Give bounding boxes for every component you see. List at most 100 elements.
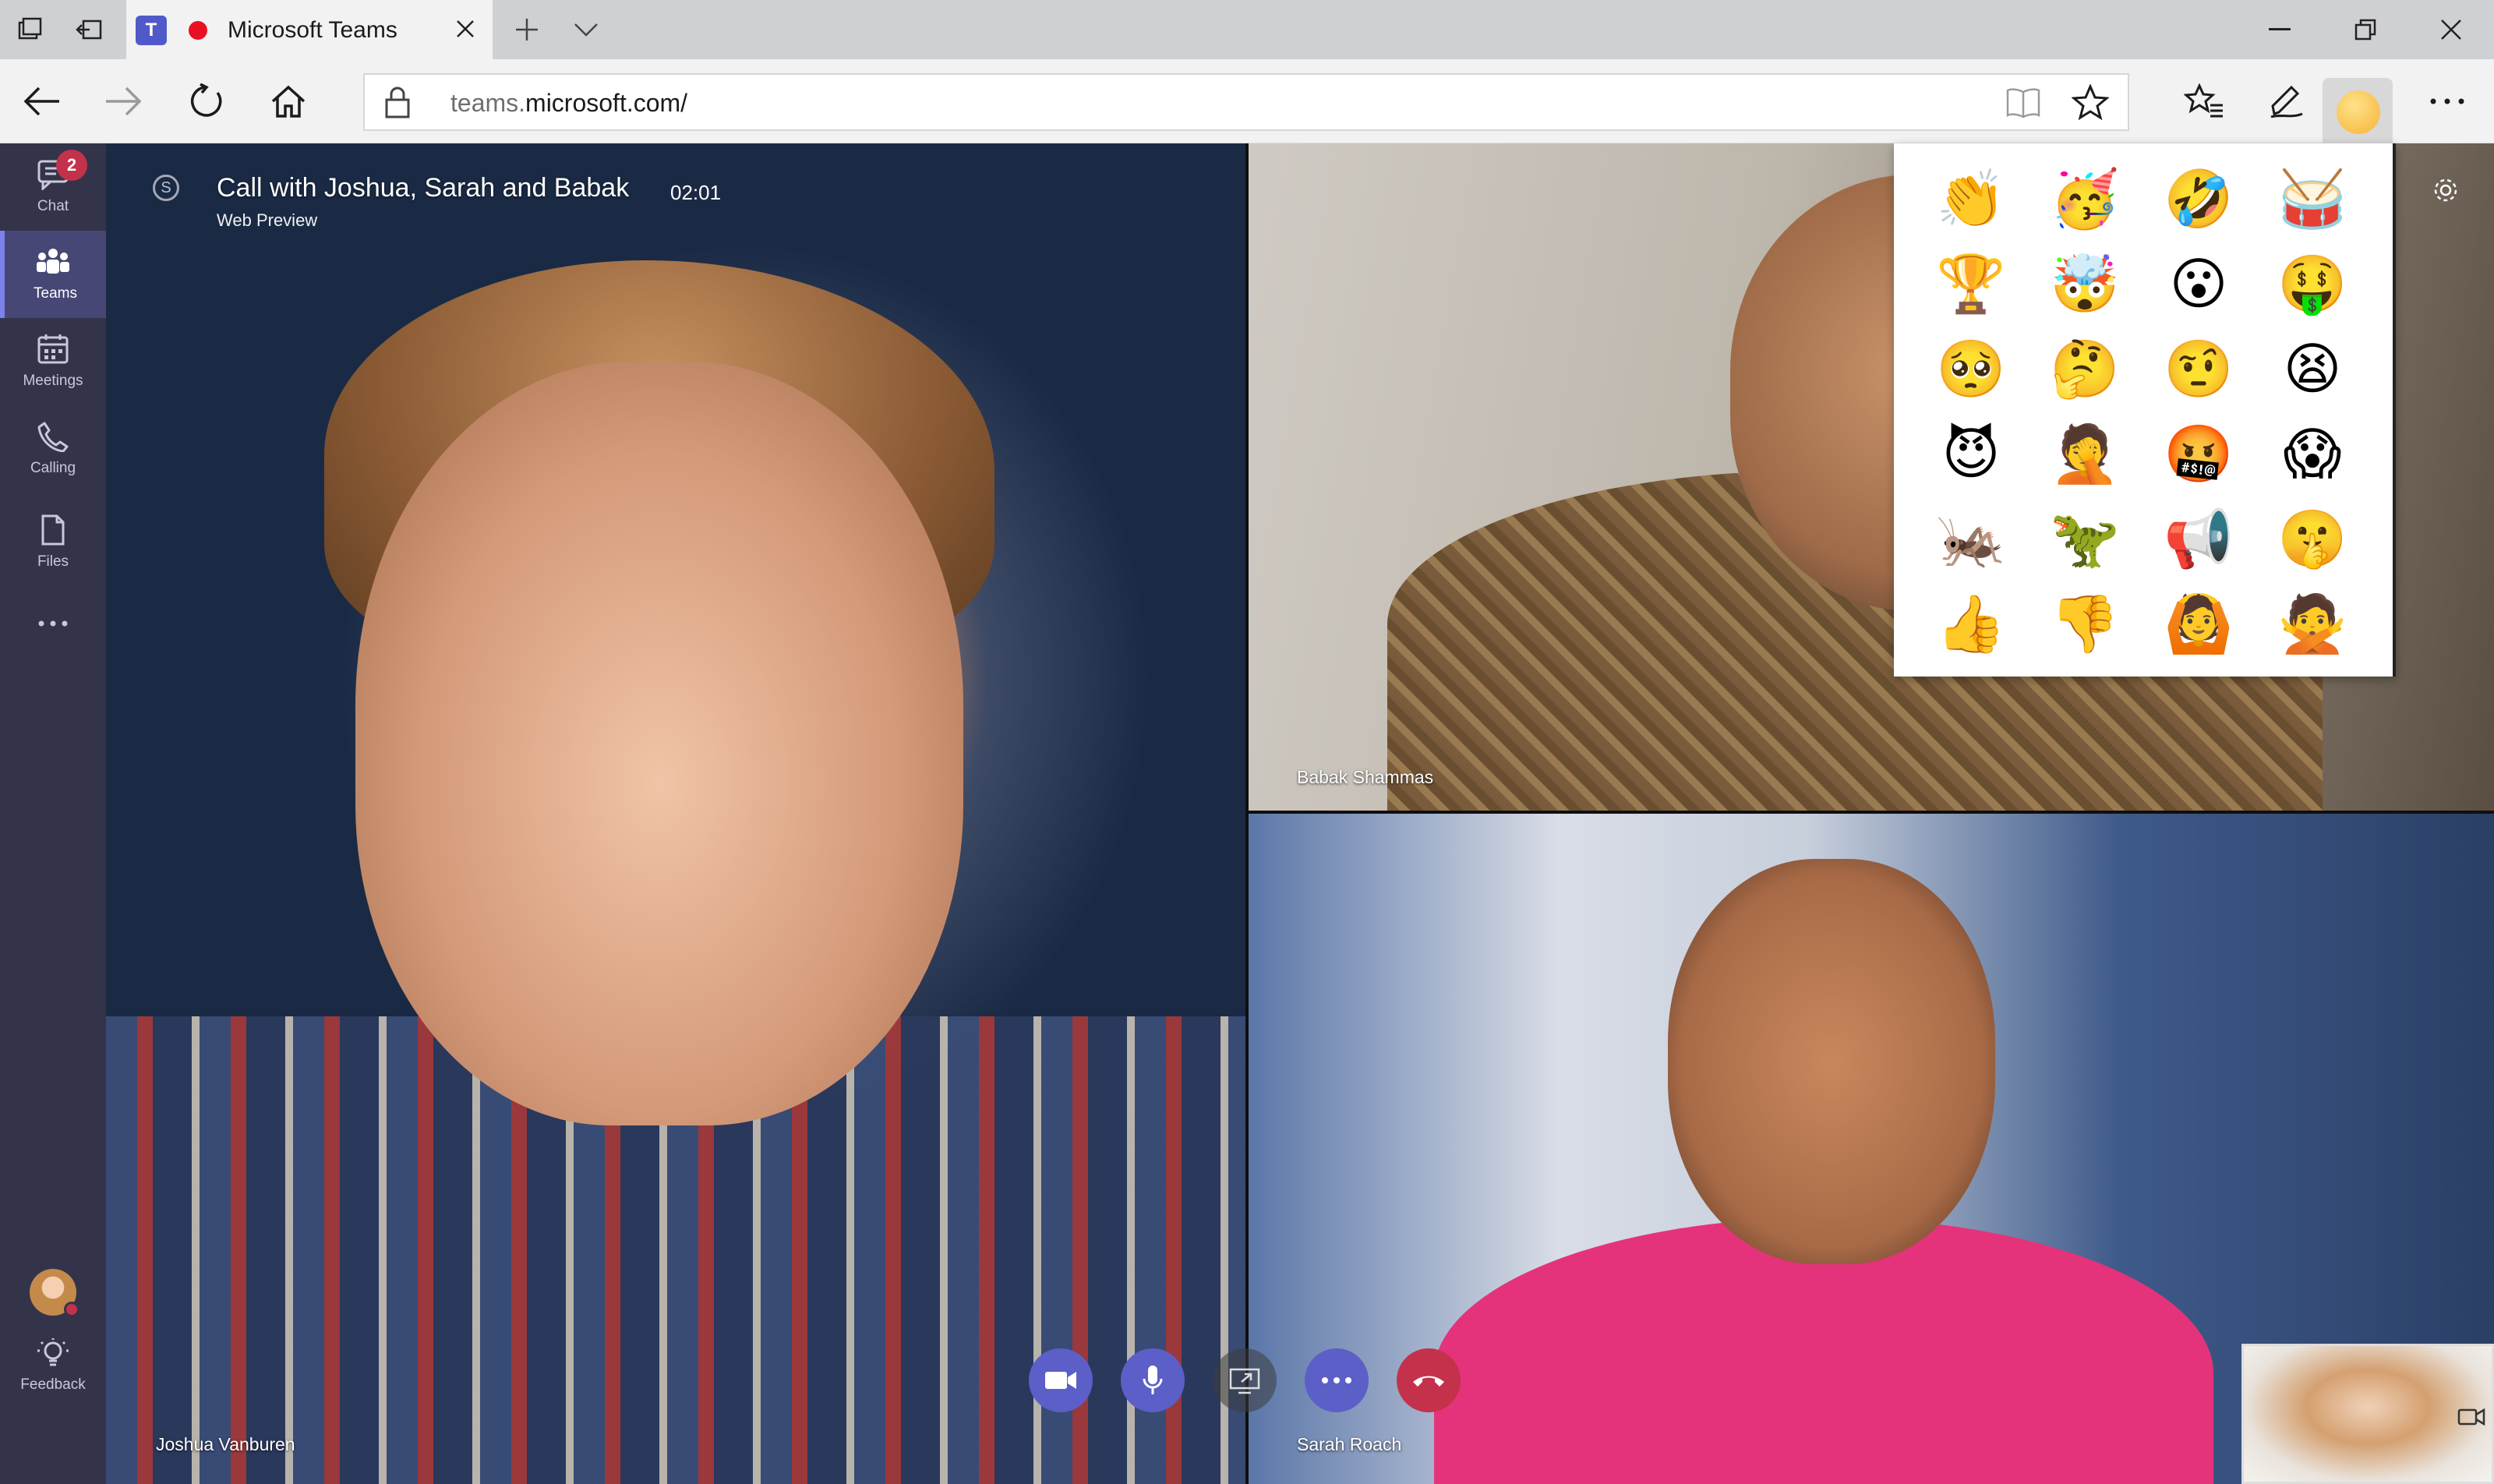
rail-item-feedback[interactable]: Feedback [0, 1322, 106, 1409]
video-icon [1045, 1372, 1076, 1389]
emoji-option[interactable]: 🙆 [2142, 581, 2256, 666]
tab-close-icon[interactable] [447, 11, 483, 47]
emoji-option[interactable]: 👏 [1914, 156, 2028, 241]
emoji-option[interactable]: 👍 [1914, 581, 2028, 666]
address-bar[interactable]: teams.microsoft.com/ [363, 73, 2129, 131]
url-text[interactable]: teams.microsoft.com/ [450, 89, 687, 118]
emoji-grid: 👏 🥳 🤣 🥁 🏆 🤯 😮 🤑 🥺 🤔 🤨 😫 😈 🤦 🤬 😱 🦗 🦖 📢 🤫 👍 👎 🙆 🙅 [1894, 156, 2393, 666]
rail-item-calling[interactable]: Calling [0, 405, 106, 493]
microphone-icon [1143, 1366, 1163, 1394]
smiley-face-icon [2337, 90, 2380, 134]
rail-label-meetings: Meetings [23, 373, 83, 389]
refresh-icon[interactable] [178, 73, 234, 129]
emoji-option[interactable]: 😈 [1914, 411, 2028, 496]
emoji-option[interactable]: 🦗 [1914, 496, 2028, 581]
rail-item-meetings[interactable]: Meetings [0, 318, 106, 405]
url-domain: microsoft.com/ [525, 89, 688, 117]
presence-busy-icon [64, 1302, 79, 1317]
tab-back-icon[interactable] [64, 0, 114, 59]
teams-logo-icon: T [136, 16, 167, 45]
tile-divider [1245, 143, 1249, 1484]
camera-switch-icon[interactable] [2457, 1405, 2485, 1433]
emoji-option[interactable]: 😱 [2256, 411, 2369, 496]
url-prefix: teams. [450, 89, 526, 117]
tab-title: Microsoft Teams [228, 17, 397, 43]
emoji-option[interactable]: 🤑 [2256, 241, 2369, 326]
chat-unread-badge: 2 [56, 150, 87, 181]
tab-preview-chevron-down-icon[interactable] [561, 0, 611, 59]
recording-indicator-icon [189, 21, 207, 40]
lock-icon [383, 86, 412, 122]
emoji-option[interactable]: 🤔 [2028, 326, 2142, 411]
camera-toggle-button[interactable] [1029, 1348, 1093, 1412]
reading-view-icon[interactable] [2005, 86, 2042, 124]
more-options-button[interactable] [1305, 1348, 1369, 1412]
back-arrow-icon[interactable] [14, 73, 70, 129]
participant-name-sarah: Sarah Roach [1297, 1434, 1402, 1454]
rail-label-files: Files [37, 553, 69, 570]
phone-icon [37, 422, 69, 452]
video-face [1668, 859, 1995, 1264]
emoji-option[interactable]: 😮 [2142, 241, 2256, 326]
hang-up-button[interactable] [1397, 1348, 1461, 1412]
video-tile-joshua[interactable] [106, 143, 1247, 1484]
gear-icon[interactable] [2432, 176, 2460, 208]
emoji-option[interactable]: 🥁 [2256, 156, 2369, 241]
home-icon[interactable] [260, 73, 316, 129]
teams-icon [37, 249, 69, 274]
emoji-option[interactable]: 🏆 [1914, 241, 2028, 326]
rail-item-files[interactable]: Files [0, 499, 106, 586]
emoji-option[interactable]: 🙅 [2256, 581, 2369, 666]
video-face [355, 362, 963, 1125]
share-screen-button[interactable] [1213, 1348, 1277, 1412]
file-icon [41, 514, 65, 546]
rail-label-teams: Teams [34, 285, 77, 302]
emoji-option[interactable]: 📢 [2142, 496, 2256, 581]
favorite-star-icon[interactable] [2071, 83, 2110, 124]
emoji-option[interactable]: 👎 [2028, 581, 2142, 666]
browser-tab-teams[interactable]: T Microsoft Teams [126, 0, 493, 59]
emoji-option[interactable]: 🤨 [2142, 326, 2256, 411]
call-subtitle: Web Preview [217, 210, 318, 230]
share-screen-icon [1229, 1368, 1260, 1394]
emoji-option[interactable]: 🤦 [2028, 411, 2142, 496]
skype-logo-icon: S [153, 175, 179, 201]
minimize-icon[interactable] [2237, 0, 2323, 59]
emoji-option[interactable]: 🤣 [2142, 156, 2256, 241]
self-view-video[interactable] [2241, 1344, 2494, 1484]
rail-label-calling: Calling [30, 460, 76, 476]
rail-label-feedback: Feedback [20, 1376, 86, 1393]
participant-name-joshua: Joshua Vanburen [156, 1434, 295, 1454]
emoji-option[interactable]: 🦖 [2028, 496, 2142, 581]
web-note-pen-icon[interactable] [2259, 73, 2315, 129]
emoji-extension-button[interactable] [2323, 78, 2393, 148]
browser-titlebar: T Microsoft Teams [0, 0, 2494, 59]
lightbulb-icon [37, 1338, 69, 1366]
new-tab-icon[interactable] [502, 0, 552, 59]
emoji-option[interactable]: 🤬 [2142, 411, 2256, 496]
rail-item-more[interactable] [0, 592, 106, 647]
emoji-option[interactable]: 😫 [2256, 326, 2369, 411]
more-icon [1322, 1377, 1351, 1383]
more-icon [38, 620, 68, 627]
settings-more-icon[interactable] [2419, 73, 2475, 129]
mute-toggle-button[interactable] [1121, 1348, 1185, 1412]
rail-label-chat: Chat [37, 198, 69, 214]
emoji-option[interactable]: 🤯 [2028, 241, 2142, 326]
participant-name-babak: Babak Shammas [1297, 767, 1434, 787]
emoji-option[interactable]: 🤫 [2256, 496, 2369, 581]
rail-item-chat[interactable]: 2 Chat [0, 143, 106, 231]
tab-set-aside-icon[interactable] [5, 0, 55, 59]
emoji-picker-panel: 👏 🥳 🤣 🥁 🏆 🤯 😮 🤑 🥺 🤔 🤨 😫 😈 🤦 🤬 😱 🦗 🦖 📢 🤫 👍 👎 🙆 🙅 [1894, 143, 2396, 677]
emoji-option[interactable]: 🥺 [1914, 326, 2028, 411]
calendar-icon [37, 334, 69, 364]
restore-icon[interactable] [2323, 0, 2408, 59]
hang-up-icon [1413, 1376, 1444, 1387]
tile-divider [1247, 811, 2494, 814]
forward-arrow-icon[interactable] [95, 73, 151, 129]
rail-item-teams[interactable]: Teams [0, 231, 106, 318]
emoji-option[interactable]: 🥳 [2028, 156, 2142, 241]
close-window-icon[interactable] [2408, 0, 2494, 59]
call-title: Call with Joshua, Sarah and Babak [217, 173, 630, 203]
favorites-hub-icon[interactable] [2176, 73, 2232, 129]
